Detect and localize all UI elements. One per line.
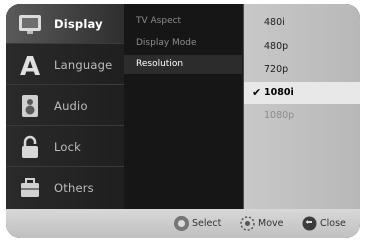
option-720p[interactable]: 720p [244,59,360,81]
move-hint: Move [240,216,283,231]
sidebar-item-label: Lock [54,139,82,154]
select-hint-label: Select [192,218,222,229]
checkmark-icon: ✔ [252,86,262,99]
sidebar-item-label: Display [54,16,103,31]
sidebar-item-lock[interactable]: Lock [6,127,124,167]
setting-resolution[interactable]: Resolution [124,55,242,74]
svg-text:A: A [20,52,40,78]
return-button-icon [302,216,317,231]
move-hint-label: Move [258,218,284,229]
sidebar-item-audio[interactable]: Audio [6,86,124,126]
sidebar-item-display[interactable]: Display [6,4,124,44]
close-hint-label: Close [320,218,346,229]
others-icon [16,174,44,202]
sidebar-item-label: Audio [54,98,88,113]
display-settings-list: TV Aspect Display Mode Resolution [124,4,242,209]
setup-menu: Display A Language Audio Lock Others TV … [6,4,360,238]
option-480i[interactable]: 480i [244,12,360,34]
sidebar-item-language[interactable]: A Language [6,45,124,85]
lock-icon [16,133,44,161]
language-icon: A [16,51,44,79]
close-hint: Close [302,216,346,231]
resolution-options: 480i 480p 720p ✔ 1080i 1080p [243,4,360,209]
enter-button-icon [174,216,189,231]
display-icon [16,10,44,38]
category-menu: Display A Language Audio Lock Others [6,4,124,209]
sidebar-item-others[interactable]: Others [6,168,124,208]
option-480p[interactable]: 480p [244,36,360,58]
option-1080p[interactable]: 1080p [244,105,360,127]
option-label: 1080i [264,87,294,98]
option-1080i[interactable]: ✔ 1080i [244,82,360,104]
help-bar: Select Move Close [6,209,360,238]
select-hint: Select [174,216,221,231]
sidebar-item-label: Language [54,57,113,72]
setting-display-mode[interactable]: Display Mode [124,34,242,53]
setting-tv-aspect[interactable]: TV Aspect [124,12,242,31]
sidebar-item-label: Others [54,181,94,195]
audio-icon [16,92,44,120]
directional-pad-icon [240,216,255,231]
